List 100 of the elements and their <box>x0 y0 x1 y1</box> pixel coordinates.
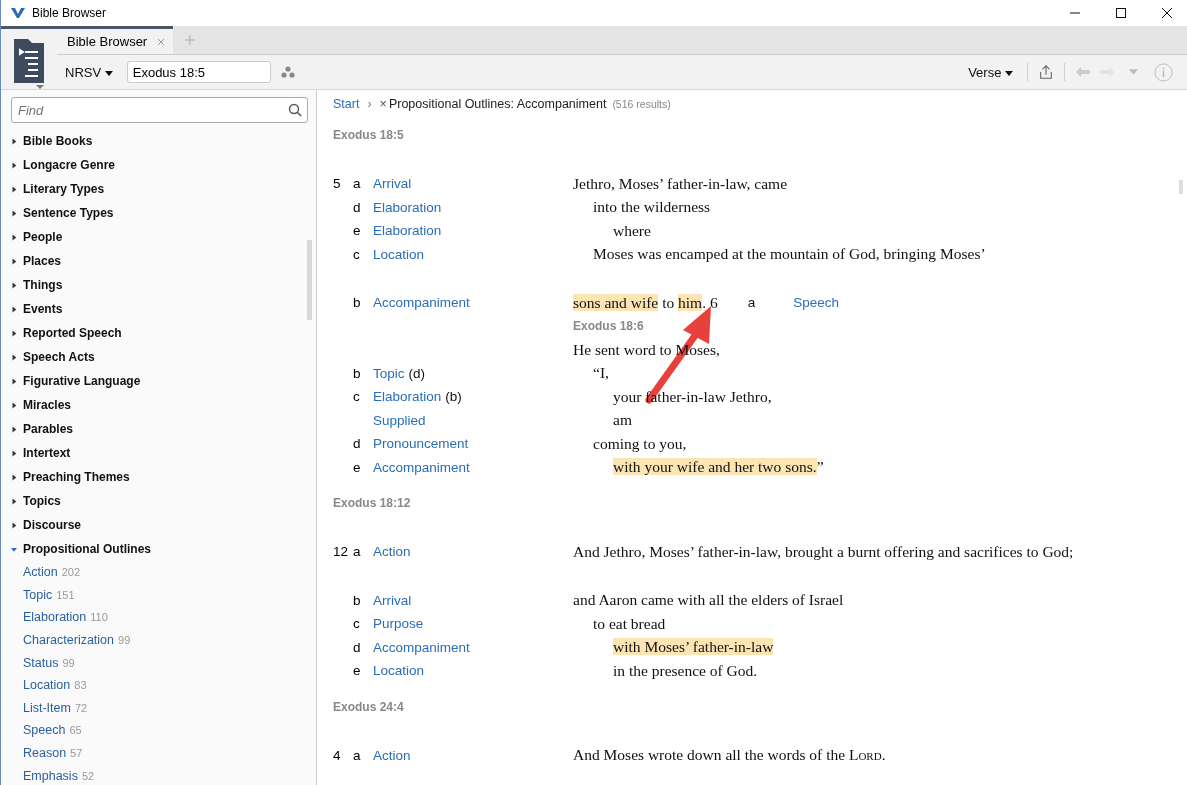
category-item[interactable]: Sentence Types <box>23 206 114 220</box>
dots-cluster-icon[interactable] <box>280 66 295 78</box>
scrollbar-thumb[interactable] <box>1179 180 1183 194</box>
collapsed-caret-icon[interactable] <box>11 377 17 385</box>
verse-text: into the wilderness <box>593 198 711 217</box>
collapsed-caret-icon[interactable] <box>11 329 17 337</box>
category-item[interactable]: Events <box>23 302 63 316</box>
outline-type-link[interactable]: Emphasis <box>23 768 78 783</box>
category-item[interactable]: Bible Books <box>23 134 93 148</box>
collapsed-caret-icon[interactable] <box>11 521 17 529</box>
proposition-label-link[interactable]: Accompaniment <box>373 639 470 655</box>
collapsed-caret-icon[interactable] <box>11 257 17 265</box>
expanded-caret-icon[interactable] <box>11 545 17 553</box>
document-tab[interactable]: Bible Browser <box>57 26 174 54</box>
category-item[interactable]: Parables <box>23 422 74 436</box>
proposition-label-link[interactable]: Pronouncement <box>373 436 469 452</box>
category-item[interactable]: Longacre Genre <box>23 158 116 172</box>
collapsed-caret-icon[interactable] <box>11 161 17 169</box>
outline-letter: a <box>353 544 361 560</box>
verse-reference: Exodus 18:5 <box>333 127 405 144</box>
category-item[interactable]: Things <box>23 278 63 292</box>
proposition-label-link[interactable]: Accompaniment <box>373 459 470 475</box>
outline-type-link[interactable]: Status <box>23 655 59 670</box>
category-item[interactable]: Places <box>23 254 62 268</box>
collapsed-caret-icon[interactable] <box>11 185 17 193</box>
collapsed-caret-icon[interactable] <box>11 497 17 505</box>
category-item[interactable]: Propositional Outlines <box>23 542 151 556</box>
collapsed-caret-icon[interactable] <box>11 281 17 289</box>
result-count: 83 <box>74 679 87 692</box>
category-item[interactable]: Speech Acts <box>23 350 95 364</box>
share-icon[interactable] <box>1038 64 1054 80</box>
verse-reference: Exodus 18:6 <box>573 319 644 334</box>
proposition-label-link[interactable]: Arrival <box>373 176 412 192</box>
close-tab-icon[interactable] <box>157 37 166 46</box>
caret-icon[interactable] <box>104 70 113 76</box>
verse-text: am <box>613 411 632 430</box>
category-item[interactable]: Miracles <box>23 398 72 412</box>
proposition-label-link[interactable]: Topic <box>373 365 405 381</box>
outline-type-link[interactable]: Reason <box>23 746 67 761</box>
category-item[interactable]: Reported Speech <box>23 326 122 340</box>
outline-type-link[interactable]: Action <box>23 565 58 580</box>
view-dropdown[interactable]: Verse <box>960 64 1021 80</box>
outline-letter: d <box>353 199 361 215</box>
collapsed-caret-icon[interactable] <box>11 233 17 241</box>
reference-field[interactable]: Exodus 18:5 <box>126 61 271 83</box>
category-item[interactable]: Figurative Language <box>23 374 141 388</box>
collapsed-caret-icon[interactable] <box>11 401 17 409</box>
proposition-label-link[interactable]: Supplied <box>373 412 426 428</box>
proposition-label-link[interactable]: Location <box>373 663 425 679</box>
collapsed-caret-icon[interactable] <box>11 137 17 145</box>
outline-type-link[interactable]: Elaboration <box>23 610 87 625</box>
verse-text: And Moses wrote down all the words of the Lord. <box>573 746 886 765</box>
caret-icon[interactable] <box>1005 70 1013 76</box>
proposition-label-link[interactable]: Arrival <box>373 592 412 608</box>
maximize-icon[interactable] <box>1115 7 1127 19</box>
scrollbar-thumb[interactable] <box>307 240 312 320</box>
verse-text: And Jethro, Moses’ father-in-law, brought a burnt offering and sacrifices to God; <box>573 542 1074 561</box>
collapsed-caret-icon[interactable] <box>11 209 17 217</box>
verse-text: coming to you, <box>593 434 687 453</box>
result-count: 57 <box>70 747 83 760</box>
find-field[interactable]: Find <box>11 97 308 123</box>
proposition-label-link[interactable]: Action <box>373 747 411 763</box>
outline-letter: b <box>353 365 361 381</box>
search-icon[interactable] <box>288 103 302 117</box>
outline-type-link[interactable]: List-Item <box>23 700 71 715</box>
proposition-label-link[interactable]: Elaboration <box>373 223 442 239</box>
category-item[interactable]: Discourse <box>23 518 82 532</box>
search-query: Propositional Outlines: Accompaniment <box>388 97 607 111</box>
collapsed-caret-icon[interactable] <box>11 425 17 433</box>
category-item[interactable]: People <box>23 230 63 244</box>
version-dropdown[interactable]: NRSV <box>57 64 121 80</box>
collapsed-caret-icon[interactable] <box>11 473 17 481</box>
collapsed-caret-icon[interactable] <box>11 353 17 361</box>
result-count: (516 results) <box>612 98 671 110</box>
result-count: 99 <box>118 634 131 647</box>
start-link[interactable]: Start <box>333 97 360 111</box>
category-item[interactable]: Intertext <box>23 446 71 460</box>
category-item[interactable]: Topics <box>23 494 61 508</box>
category-item[interactable]: Preaching Themes <box>23 470 130 484</box>
proposition-label-link[interactable]: Elaboration <box>373 199 442 215</box>
proposition-label-link[interactable]: Accompaniment <box>373 295 470 311</box>
outline-type-link[interactable]: Location <box>23 678 71 693</box>
outline-type-link[interactable]: Characterization <box>23 633 114 648</box>
proposition-label-link[interactable]: Purpose <box>373 616 424 632</box>
proposition-label-link[interactable]: Speech <box>793 295 840 311</box>
result-count: 202 <box>61 566 81 579</box>
collapsed-caret-icon[interactable] <box>11 449 17 457</box>
library-menu-icon[interactable] <box>12 37 46 89</box>
verse-text: with Moses’ father-in-law <box>613 638 774 657</box>
verse-reference: Exodus 18:12 <box>333 495 412 512</box>
proposition-label-link[interactable]: Action <box>373 544 411 560</box>
proposition-label-link[interactable]: Elaboration <box>373 389 442 405</box>
outline-type-link[interactable]: Topic <box>23 587 53 602</box>
outline-type-link[interactable]: Speech <box>23 723 66 738</box>
proposition-label-link[interactable]: Location <box>373 246 425 262</box>
remove-filter-button[interactable]: × <box>379 97 387 111</box>
verse-text: in the presence of God. <box>613 661 758 680</box>
collapsed-caret-icon[interactable] <box>11 305 17 313</box>
category-item[interactable]: Literary Types <box>23 182 105 196</box>
close-icon[interactable] <box>1161 7 1173 19</box>
